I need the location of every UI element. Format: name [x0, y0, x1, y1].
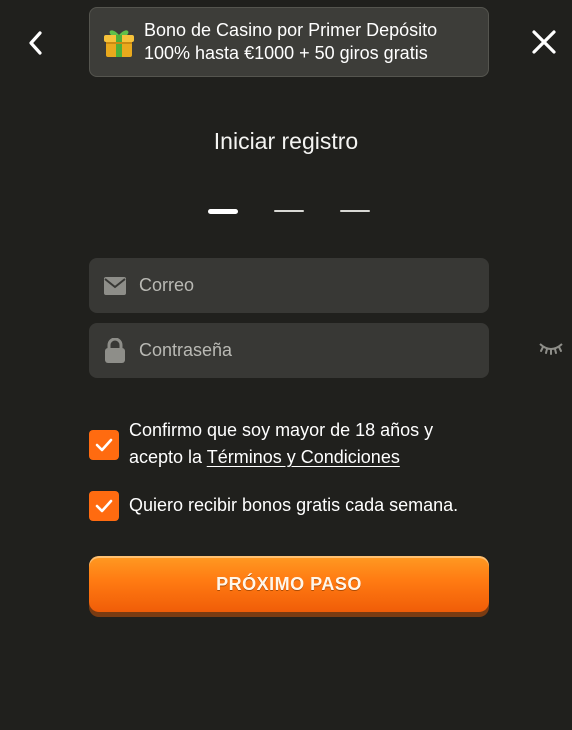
checkmark-icon — [95, 438, 113, 452]
step-1 — [208, 209, 238, 214]
bonus-consent-text: Quiero recibir bonos gratis cada semana. — [129, 495, 459, 515]
page-title: Iniciar registro — [213, 128, 359, 154]
chevron-left-icon — [29, 31, 42, 55]
envelope-icon — [104, 276, 126, 295]
step-3 — [340, 210, 370, 212]
bonus-consent-checkbox[interactable] — [89, 491, 119, 521]
eye-closed-icon — [539, 343, 563, 355]
password-field-container — [89, 323, 563, 378]
next-step-button[interactable]: PRÓXIMO PASO — [89, 556, 489, 612]
gift-icon — [104, 30, 134, 57]
age-consent-checkbox[interactable] — [89, 430, 119, 460]
checkmark-icon — [95, 499, 113, 513]
close-icon — [532, 30, 556, 54]
step-2 — [274, 210, 304, 212]
promo-banner[interactable]: Bono de Casino por Primer Depósito 100% … — [89, 7, 489, 77]
promo-line-1: Bono de Casino por Primer Depósito — [144, 20, 438, 40]
lock-icon — [105, 338, 125, 363]
bonus-consent-row: Quiero recibir bonos gratis cada semana. — [89, 491, 458, 521]
next-step-label: PRÓXIMO PASO — [216, 573, 362, 594]
registration-modal: Bono de Casino por Primer Depósito 100% … — [0, 0, 572, 730]
promo-line-2: 100% hasta €1000 + 50 giros gratis — [144, 43, 428, 63]
email-input[interactable] — [139, 258, 439, 313]
toggle-password-button[interactable] — [538, 341, 564, 360]
email-field-container — [89, 258, 489, 313]
terms-link[interactable]: Términos y Condiciones — [207, 447, 400, 467]
age-consent-row: Confirmo que soy mayor de 18 años y acep… — [89, 417, 449, 471]
password-input[interactable] — [139, 323, 439, 378]
close-button[interactable] — [528, 26, 560, 58]
step-indicator — [0, 209, 572, 216]
back-button[interactable] — [22, 28, 48, 58]
